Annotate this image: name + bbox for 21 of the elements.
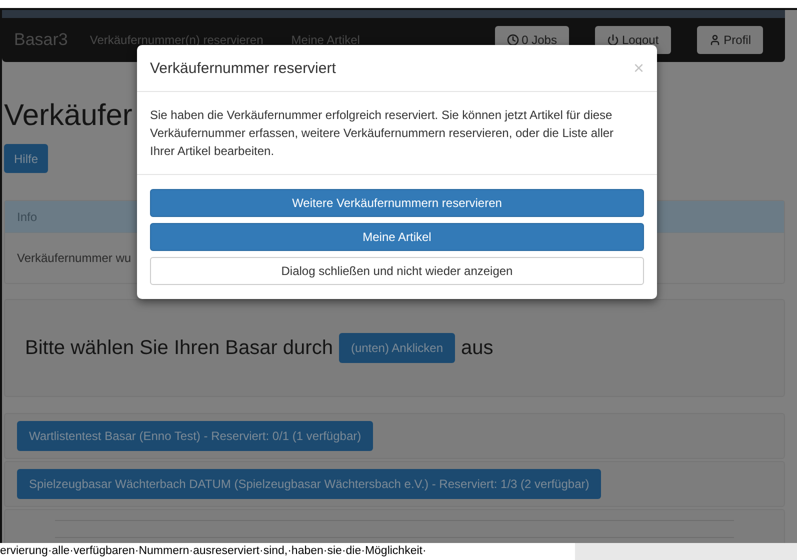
power-icon (606, 34, 619, 46)
bazaar-button[interactable]: Spielzeugbasar Wächterbach DATUM (Spielzeugbasar Wächtersbach e.V.) - Reserviert: 1/3 (2 verfügbar) (17, 469, 602, 499)
dialog-button[interactable]: Weitere Verkäufernummern reservieren (150, 189, 644, 217)
help-button[interactable]: Hilfe (4, 144, 48, 173)
dialog-title: Verkäufernummer reserviert (150, 60, 336, 76)
clock-icon (506, 34, 519, 46)
dialog-button[interactable]: Dialog schließen und nicht wieder anzeigen (150, 257, 644, 285)
profile-button[interactable]: Profil (696, 26, 763, 54)
brand-name[interactable]: Basar3 (14, 30, 68, 50)
page-heading: Verkäufer (4, 98, 132, 134)
panel-text: Verkäufernummer wu (17, 251, 132, 265)
prompt-text: aus (461, 336, 494, 360)
nav-link[interactable]: Verkäufernummer(n) reservieren (90, 33, 264, 47)
dialog-message: Sie haben die Verkäufernummer erfolgreich reserviert. Sie können jetzt Artikel für diese Verkäufernummer erfassen, weitere Verkäufernummern reservieren, oder die Liste aller Ihrer Artikel bearbeiten. (137, 92, 657, 175)
close-button[interactable]: × (633, 58, 644, 78)
click-hint-button[interactable]: (unten) Anklicken (338, 333, 456, 363)
dialog-button[interactable]: Meine Artikel (150, 223, 644, 251)
user-icon (708, 34, 721, 46)
nav-link[interactable]: Meine Artikel (291, 33, 360, 47)
prompt-text: Bitte wählen Sie Ihren Basar durch (25, 336, 333, 360)
bazaar-button[interactable]: Wartlistentest Basar (Enno Test) - Reserviert: 0/1 (1 verfügbar) (17, 421, 374, 451)
